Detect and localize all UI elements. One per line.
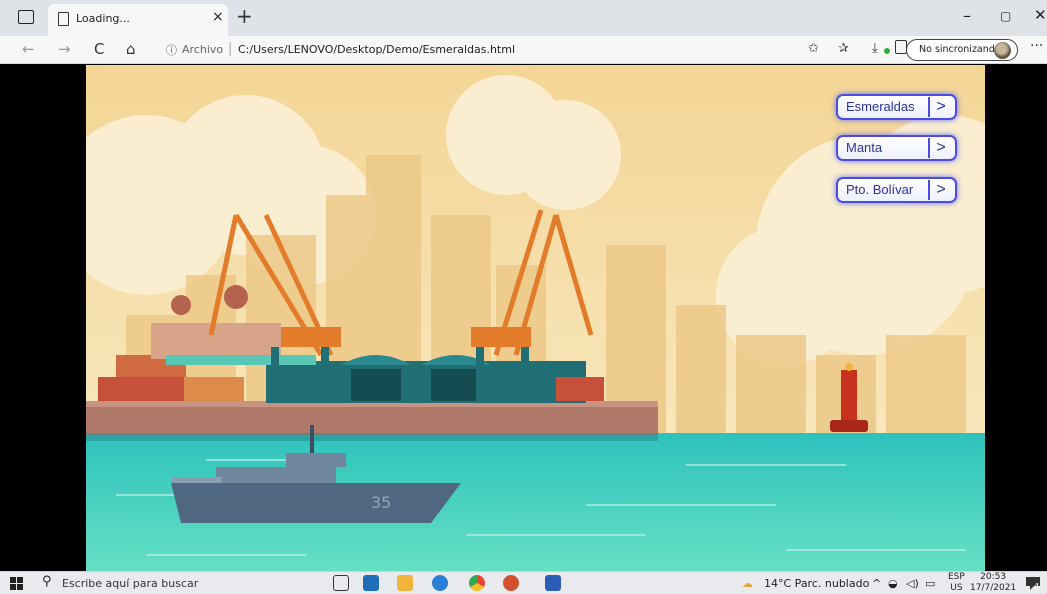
back-button[interactable]: ←: [22, 40, 35, 58]
chrome-icon[interactable]: [469, 575, 485, 591]
clock-date: 17/7/2021: [970, 583, 1017, 593]
tab-strip: Loading... × + – ▢ ✕: [0, 0, 1047, 36]
word-icon[interactable]: [545, 575, 561, 591]
screen: Loading... × + – ▢ ✕ ← → C ⌂ ⓘ Archivo |…: [0, 0, 1047, 594]
weather-text[interactable]: 14°C Parc. nublado: [764, 577, 869, 590]
chevron-right-icon: >: [928, 180, 952, 200]
taskbar-search[interactable]: ⚲ Escribe aquí para buscar: [40, 573, 310, 594]
edge-icon[interactable]: [432, 575, 448, 591]
port-scene: 35 Esmeraldas > Manta > Pto. Bolívar >: [86, 65, 985, 571]
favorites-icon[interactable]: ✰: [838, 41, 849, 56]
close-window-button[interactable]: ✕: [1034, 6, 1047, 24]
reload-button[interactable]: C: [94, 40, 104, 58]
city-button-label: Manta: [846, 140, 883, 155]
crane-left-cab: [281, 327, 341, 347]
download-dot: [884, 48, 890, 54]
minimize-button[interactable]: –: [963, 6, 971, 25]
favorite-add-icon[interactable]: ✩: [808, 41, 819, 56]
tab-close-icon[interactable]: ×: [212, 9, 224, 25]
forward-button[interactable]: →: [58, 40, 71, 58]
lang-code: ESP: [948, 572, 965, 582]
avatar: [994, 42, 1011, 59]
home-button[interactable]: ⌂: [126, 40, 136, 58]
windows-taskbar: ⚲ Escribe aquí para buscar ☁ 14°C Parc. …: [0, 571, 1047, 594]
address-url[interactable]: C:/Users/LENOVO/Desktop/Demo/Esmeraldas.…: [238, 43, 515, 56]
chevron-right-icon: >: [928, 138, 952, 158]
battery-icon[interactable]: ▭: [925, 577, 935, 590]
tab-title: Loading...: [76, 12, 130, 25]
maximize-button[interactable]: ▢: [1000, 9, 1011, 23]
city-button-manta[interactable]: Manta >: [836, 135, 957, 161]
city-button-pto-bolivar[interactable]: Pto. Bolívar >: [836, 177, 957, 203]
page-icon: [58, 12, 69, 26]
page-viewport: 35 Esmeraldas > Manta > Pto. Bolívar >: [0, 65, 1047, 571]
address-label: Archivo: [182, 43, 224, 56]
city-button-label: Pto. Bolívar: [846, 182, 914, 197]
chevron-right-icon: >: [928, 97, 952, 117]
task-view-icon[interactable]: [333, 575, 349, 591]
sync-label: No sincronizando: [919, 44, 1001, 55]
downloads-icon[interactable]: ⤓: [872, 41, 878, 56]
ship-number: 35: [371, 493, 391, 512]
browser-tab[interactable]: Loading... ×: [48, 4, 228, 36]
notifications-icon[interactable]: 4: [1025, 575, 1041, 591]
profile-sync-button[interactable]: No sincronizando: [906, 39, 1018, 61]
windows-start-icon[interactable]: [10, 577, 24, 591]
clock[interactable]: 20:53 17/7/2021: [970, 572, 1016, 594]
search-placeholder: Escribe aquí para buscar: [62, 577, 199, 590]
address-bar[interactable]: ⓘ Archivo | C:/Users/LENOVO/Desktop/Demo…: [160, 39, 800, 61]
new-tab-button[interactable]: +: [236, 4, 253, 28]
crane-right-cab: [471, 327, 531, 347]
language-indicator[interactable]: ESP US: [948, 572, 965, 594]
browser-toolbar: ← → C ⌂ ⓘ Archivo | C:/Users/LENOVO/Desk…: [0, 36, 1047, 64]
city-button-label: Esmeraldas: [846, 99, 915, 114]
volume-icon[interactable]: ◁): [906, 577, 919, 590]
info-icon[interactable]: ⓘ: [166, 42, 177, 58]
tab-actions-icon[interactable]: [18, 10, 34, 24]
powerpoint-icon[interactable]: [503, 575, 519, 591]
mail-icon[interactable]: [363, 575, 379, 591]
city-button-esmeraldas[interactable]: Esmeraldas >: [836, 94, 957, 120]
chevron-up-icon[interactable]: ^: [872, 577, 881, 590]
weather-icon[interactable]: ☁: [742, 577, 753, 590]
search-icon: ⚲: [42, 574, 52, 589]
file-explorer-icon[interactable]: [397, 575, 413, 591]
more-menu-icon[interactable]: ···: [1030, 38, 1043, 54]
address-separator: |: [228, 41, 233, 56]
clock-time: 20:53: [980, 572, 1007, 582]
lang-region: US: [950, 583, 963, 593]
notification-count: 4: [1034, 582, 1040, 591]
network-icon[interactable]: ◒: [888, 577, 898, 590]
